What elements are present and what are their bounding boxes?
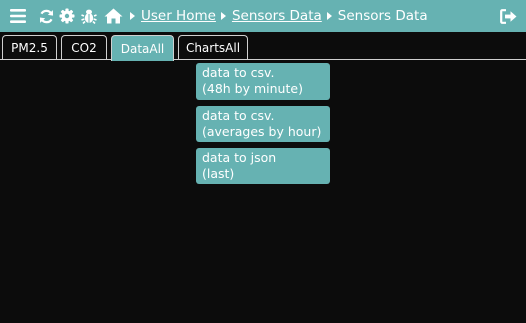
- logout-icon[interactable]: [496, 0, 520, 32]
- top-navigation-bar: User Home Sensors Data Sensors Data: [0, 0, 526, 32]
- tab-pm25[interactable]: PM2.5: [2, 35, 57, 59]
- breadcrumb-caret-icon: [130, 12, 135, 20]
- tab-co2[interactable]: CO2: [61, 35, 107, 59]
- breadcrumb: User Home Sensors Data Sensors Data: [130, 0, 428, 32]
- breadcrumb-sensors-data-link[interactable]: Sensors Data: [232, 8, 322, 24]
- button-label-line1: data to csv.: [202, 108, 275, 123]
- button-label-line1: data to json: [202, 150, 277, 165]
- export-csv-48h-button[interactable]: data to csv. (48h by minute): [196, 63, 330, 100]
- breadcrumb-user-home-link[interactable]: User Home: [141, 8, 216, 24]
- tab-chartsall[interactable]: ChartsAll: [178, 35, 248, 59]
- tab-bar: PM2.5 CO2 DataAll ChartsAll: [0, 32, 526, 61]
- button-label-line2: (48h by minute): [202, 81, 303, 96]
- breadcrumb-caret-icon: [220, 12, 226, 20]
- button-label-line2: (last): [202, 166, 235, 181]
- breadcrumb-current-page: Sensors Data: [337, 8, 428, 24]
- hamburger-menu-icon[interactable]: [6, 0, 30, 32]
- home-icon[interactable]: [102, 0, 124, 32]
- gear-icon[interactable]: [58, 0, 76, 32]
- button-label-line2: (averages by hour): [202, 124, 322, 139]
- button-label-line1: data to csv.: [202, 65, 275, 80]
- breadcrumb-caret-icon: [326, 12, 332, 20]
- refresh-icon[interactable]: [37, 0, 55, 32]
- bug-icon[interactable]: [80, 0, 98, 32]
- export-csv-hourly-button[interactable]: data to csv. (averages by hour): [196, 106, 330, 142]
- export-json-last-button[interactable]: data to json (last): [196, 148, 330, 184]
- tab-dataall[interactable]: DataAll: [111, 35, 174, 61]
